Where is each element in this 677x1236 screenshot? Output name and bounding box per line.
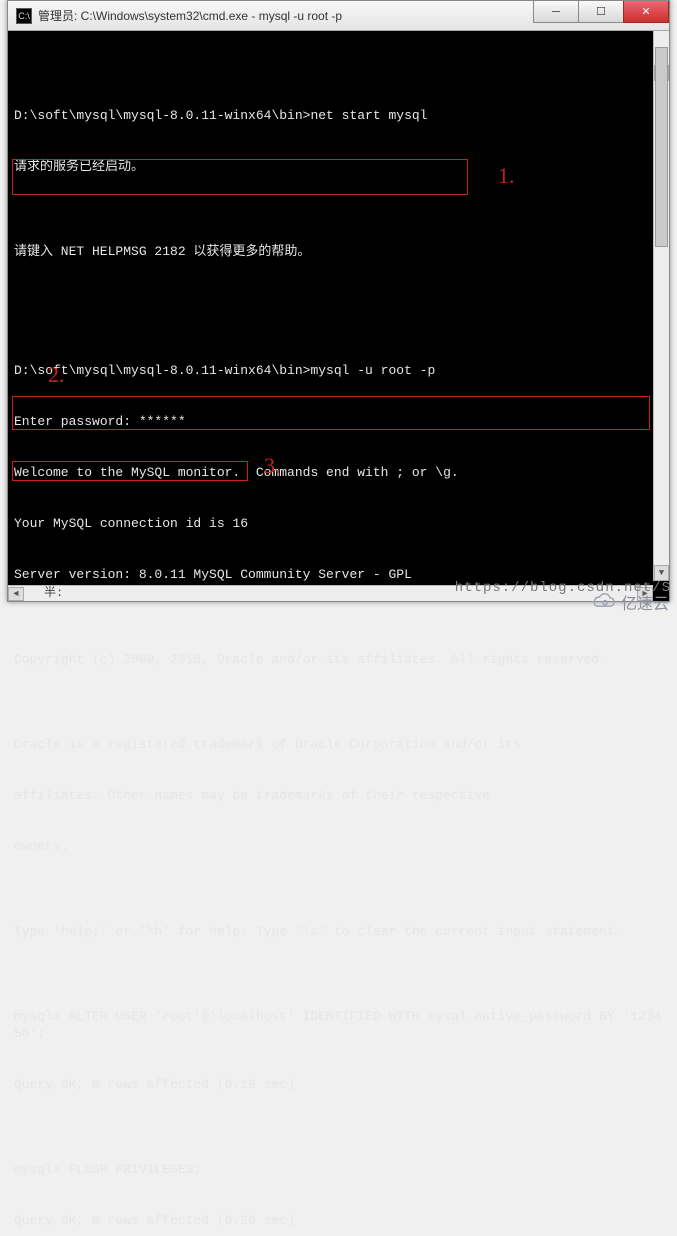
cloud-icon — [589, 592, 617, 612]
terminal-line: Type 'help;' or '\h' for help. Type '\c'… — [14, 923, 663, 940]
cmd-icon: C:\ — [16, 8, 32, 24]
maximize-button[interactable]: ☐ — [578, 1, 624, 23]
scroll-track[interactable] — [654, 47, 669, 565]
terminal-line: Your MySQL connection id is 16 — [14, 515, 663, 532]
terminal-line: Query OK, 0 rows affected (0.19 sec) — [14, 1076, 663, 1093]
scroll-down-button[interactable]: ▼ — [654, 565, 669, 581]
brand-logo: 亿速云 — [589, 590, 669, 614]
terminal-line: mysql> ALTER USER 'root'@'localhost' IDE… — [14, 1008, 663, 1042]
terminal-line: D:\soft\mysql\mysql-8.0.11-winx64\bin>my… — [14, 362, 663, 379]
terminal-line: Welcome to the MySQL monitor. Commands e… — [14, 464, 663, 481]
titlebar[interactable]: C:\ 管理员: C:\Windows\system32\cmd.exe - m… — [8, 1, 669, 31]
terminal-line: Oracle is a registered trademark of Orac… — [14, 736, 663, 753]
hscroll-label: 半: — [24, 585, 83, 602]
terminal-line: Query OK, 0 rows affected (0.26 sec) — [14, 1212, 663, 1229]
terminal-line: Enter password: ****** — [14, 413, 663, 430]
window-title: 管理员: C:\Windows\system32\cmd.exe - mysql… — [38, 7, 534, 24]
close-button[interactable]: ✕ — [623, 1, 669, 23]
scroll-thumb[interactable] — [655, 47, 668, 247]
terminal-line: Copyright (c) 2000, 2018, Oracle and/or … — [14, 651, 663, 668]
terminal-line: 请求的服务已经启动。 — [14, 158, 663, 175]
terminal-line: owners. — [14, 838, 663, 855]
minimize-button[interactable]: ─ — [533, 1, 579, 23]
terminal-line: affiliates. Other names may be trademark… — [14, 787, 663, 804]
cmd-window: C:\ 管理员: C:\Windows\system32\cmd.exe - m… — [7, 0, 670, 602]
terminal-line: D:\soft\mysql\mysql-8.0.11-winx64\bin>ne… — [14, 107, 663, 124]
vertical-scrollbar[interactable]: ▲ ▼ — [653, 31, 669, 581]
terminal-line: 请键入 NET HELPMSG 2182 以获得更多的帮助。 — [14, 243, 663, 260]
terminal-line: mysql> FLUSH PRIVILEGES; — [14, 1161, 663, 1178]
terminal-area[interactable]: D:\soft\mysql\mysql-8.0.11-winx64\bin>ne… — [8, 31, 669, 601]
scroll-left-button[interactable]: ◄ — [8, 587, 24, 601]
brand-text: 亿速云 — [621, 590, 669, 614]
window-buttons: ─ ☐ ✕ — [534, 1, 669, 30]
